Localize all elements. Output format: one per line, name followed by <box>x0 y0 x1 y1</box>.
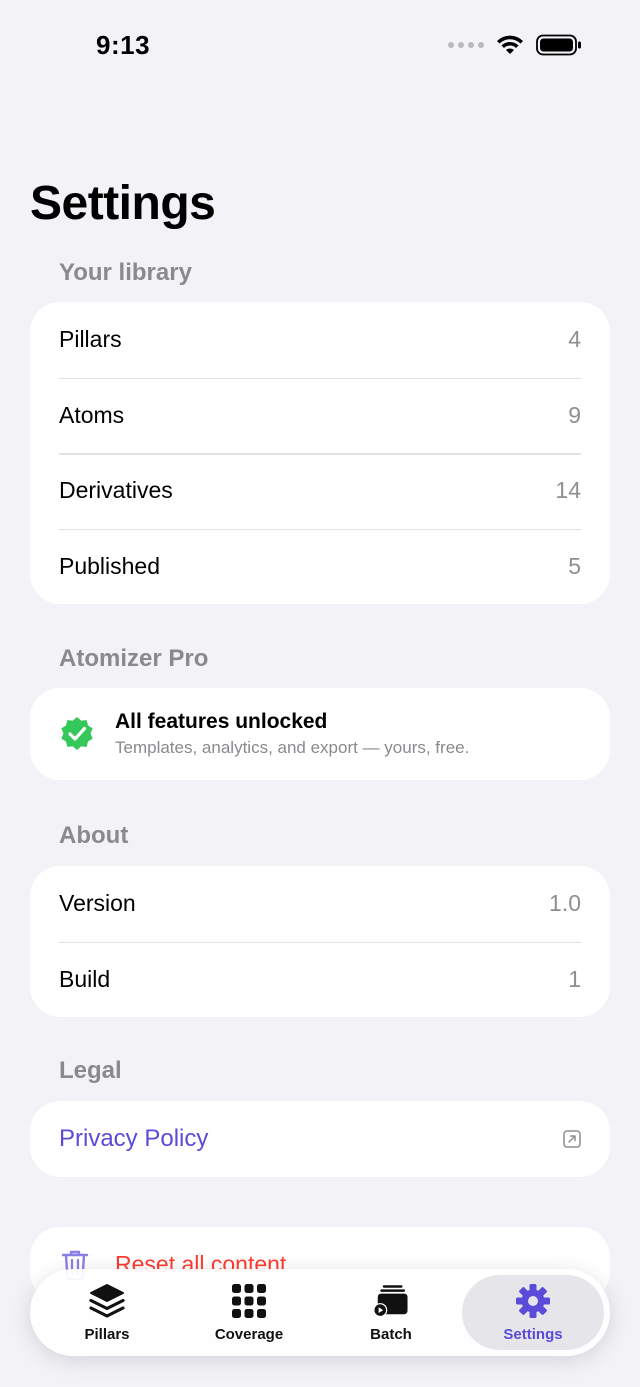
about-card: Version 1.0 Build 1 <box>30 866 610 1017</box>
status-time: 9:13 <box>96 30 151 60</box>
pro-title: All features unlocked <box>115 710 328 733</box>
privacy-policy-link[interactable]: Privacy Policy <box>30 1101 610 1177</box>
tab-label: Pillars <box>84 1326 130 1343</box>
tab-label: Coverage <box>214 1326 284 1343</box>
pro-subtitle: Templates, analytics, and export — yours… <box>115 738 470 757</box>
pro-status-row: All features unlocked Templates, analyti… <box>30 688 610 780</box>
privacy-policy-label: Privacy Policy <box>59 1124 209 1152</box>
row-label: Version <box>59 890 136 917</box>
row-label: Published <box>59 552 161 579</box>
tab-coverage[interactable]: Coverage <box>178 1275 320 1350</box>
battery-icon <box>536 34 581 56</box>
section-header-library: Your library <box>59 259 192 286</box>
row-value: 4 <box>568 326 581 353</box>
about-row-version: Version 1.0 <box>30 866 610 942</box>
section-header-legal: Legal <box>59 1057 122 1084</box>
library-row-pillars[interactable]: Pillars 4 <box>30 302 610 378</box>
verified-badge-icon <box>61 717 93 750</box>
status-indicators <box>448 34 582 56</box>
tab-label: Settings <box>503 1326 563 1343</box>
library-card: Pillars 4 Atoms 9 Derivatives 14 Publish… <box>30 302 610 604</box>
tab-bar: Pillars Coverage Batch Settings <box>30 1269 610 1356</box>
row-value: 9 <box>568 401 581 428</box>
row-label: Atoms <box>59 401 125 428</box>
batch-icon <box>372 1282 410 1320</box>
pro-card: All features unlocked Templates, analyti… <box>30 688 610 780</box>
row-value: 14 <box>555 477 581 504</box>
row-value: 5 <box>568 552 581 579</box>
section-header-pro: Atomizer Pro <box>59 645 209 672</box>
row-label: Pillars <box>59 326 122 353</box>
tab-batch[interactable]: Batch <box>320 1275 462 1350</box>
status-bar: 9:13 <box>0 0 640 96</box>
signal-icon <box>448 42 484 48</box>
section-header-about: About <box>59 822 129 849</box>
gear-icon <box>514 1282 552 1320</box>
row-value: 1 <box>568 965 581 992</box>
row-label: Derivatives <box>59 477 173 504</box>
grid-icon <box>230 1282 268 1320</box>
legal-card: Privacy Policy <box>30 1101 610 1177</box>
row-value: 1.0 <box>549 890 581 917</box>
library-row-atoms[interactable]: Atoms 9 <box>30 377 610 454</box>
library-row-derivatives[interactable]: Derivatives 14 <box>30 453 610 529</box>
tab-settings[interactable]: Settings <box>462 1275 604 1350</box>
external-link-icon <box>563 1130 581 1148</box>
stack-icon <box>88 1282 126 1320</box>
page-title: Settings <box>30 177 216 230</box>
tab-label: Batch <box>370 1326 412 1343</box>
library-row-published[interactable]: Published 5 <box>30 528 610 605</box>
row-label: Build <box>59 965 111 992</box>
tab-pillars[interactable]: Pillars <box>36 1275 178 1350</box>
wifi-icon <box>497 35 523 54</box>
about-row-build: Build 1 <box>30 941 610 1018</box>
